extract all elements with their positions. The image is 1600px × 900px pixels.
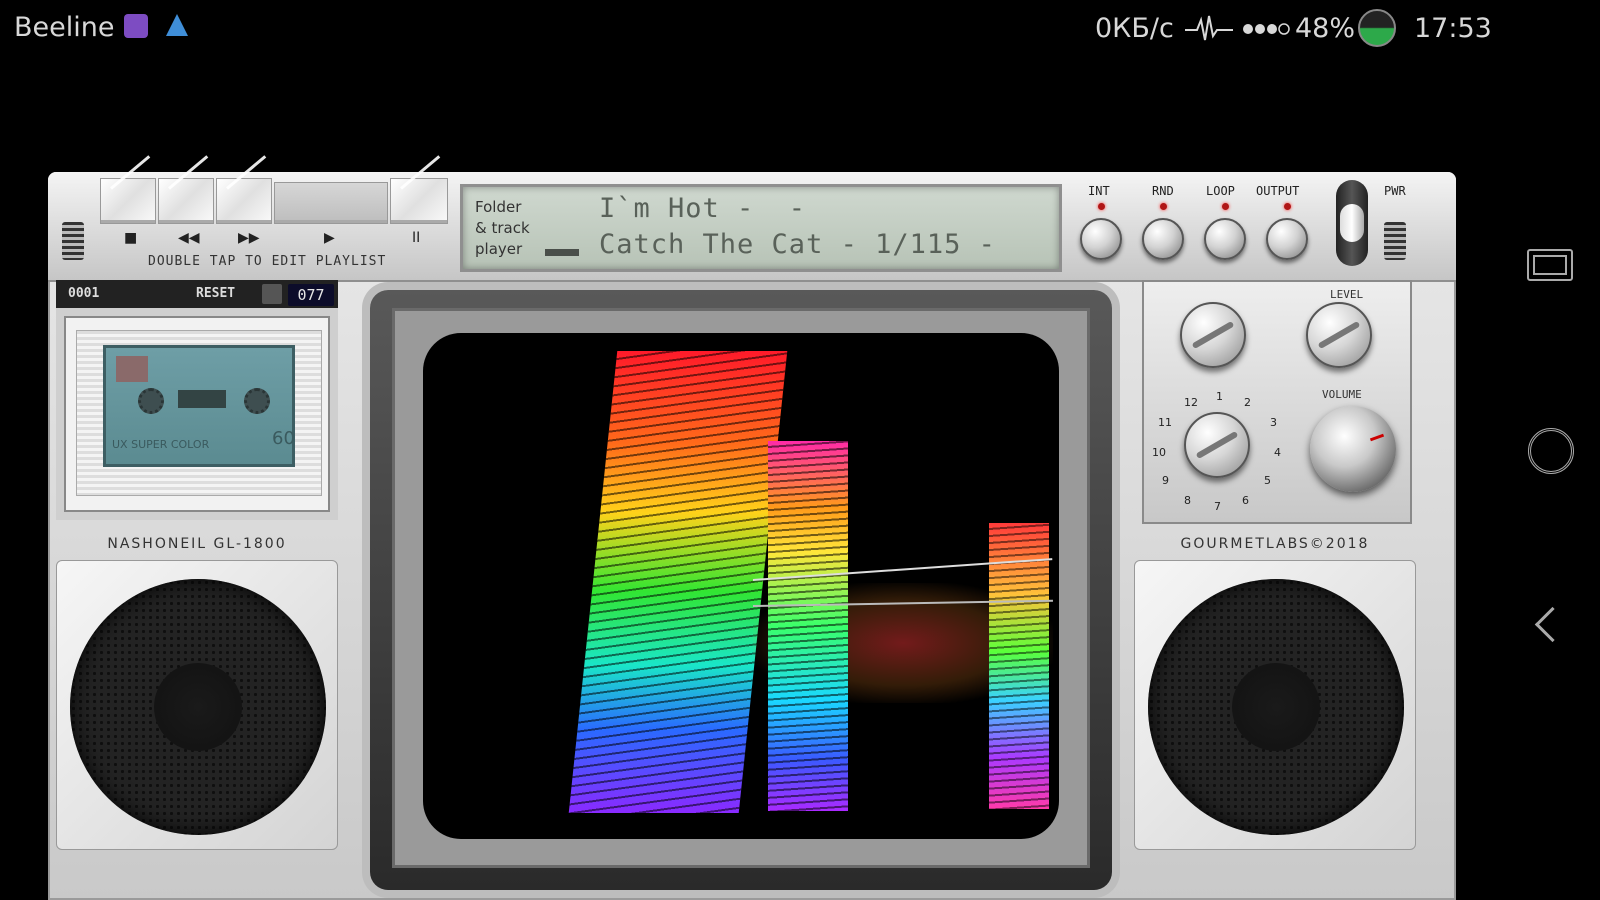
brand-name: GOURMETLABS©2018 <box>1180 536 1370 552</box>
volume-knob[interactable] <box>1310 406 1396 492</box>
cassette-deck: 0001 RESET 077 UX SUPER COLOR 60 <box>56 280 338 520</box>
top-deck: ■ ◀◀ ▶▶ ▶ II DOUBLE TAP TO EDIT PLAYLIST… <box>48 172 1456 282</box>
play-icon: ▶ <box>324 230 335 246</box>
loop-label: LOOP <box>1206 184 1235 198</box>
visualizer-bar-b <box>768 441 848 811</box>
tape-length: 60 <box>272 428 295 449</box>
back-icon[interactable] <box>1534 606 1571 643</box>
dial-number: 7 <box>1214 500 1221 513</box>
rnd-knob[interactable] <box>1142 218 1184 260</box>
fingerprint-icon[interactable] <box>1528 428 1574 474</box>
play-button[interactable] <box>274 182 388 224</box>
tv-frame <box>370 290 1112 890</box>
cassette-tape: UX SUPER COLOR 60 <box>103 345 295 467</box>
pause-icon: II <box>412 230 421 246</box>
right-vent <box>1384 222 1406 260</box>
right-reel <box>244 388 270 414</box>
tape-brand: UX SUPER COLOR <box>112 438 210 451</box>
int-label: INT <box>1088 184 1110 198</box>
output-knob[interactable] <box>1266 218 1308 260</box>
tape-window <box>178 390 226 408</box>
track-artist: Catch The Cat - 1/115 - <box>599 229 996 260</box>
battery-percent: 48% <box>1295 13 1356 44</box>
boombox: ■ ◀◀ ▶▶ ▶ II DOUBLE TAP TO EDIT PLAYLIST… <box>48 172 1456 900</box>
reset-button[interactable] <box>262 284 282 304</box>
left-speaker-cone <box>70 579 326 835</box>
stop-button[interactable] <box>100 178 156 224</box>
dial-number: 10 <box>1152 446 1166 459</box>
dial-number: 3 <box>1270 416 1277 429</box>
visualizer-bar-a <box>568 351 788 813</box>
rnd-led <box>1160 203 1167 210</box>
playlist-hint[interactable]: DOUBLE TAP TO EDIT PLAYLIST <box>148 254 386 269</box>
tv-bezel <box>392 308 1090 868</box>
left-speaker <box>56 560 338 850</box>
control-panel: LEVEL VOLUME 12 1 2 3 4 5 6 7 8 9 10 11 <box>1142 280 1412 524</box>
dial-number: 11 <box>1158 416 1172 429</box>
clock: 17:53 <box>1414 13 1492 44</box>
model-name: NASHONEIL GL-1800 <box>107 536 287 552</box>
output-label: OUTPUT <box>1256 184 1300 198</box>
track-title: I`m Hot - - <box>599 193 807 224</box>
int-knob[interactable] <box>1080 218 1122 260</box>
output-led <box>1284 203 1291 210</box>
dial-number: 8 <box>1184 494 1191 507</box>
rewind-button[interactable] <box>158 178 214 224</box>
volume-label: VOLUME <box>1322 388 1362 401</box>
rewind-icon: ◀◀ <box>178 230 200 246</box>
visualizer-screen[interactable] <box>423 333 1059 839</box>
left-vent <box>62 222 84 260</box>
pulse-icon <box>1185 15 1233 41</box>
dial-number: 12 <box>1184 396 1198 409</box>
dial-number: 4 <box>1274 446 1281 459</box>
carrier-name: Beeline <box>14 12 115 43</box>
right-speaker-cone <box>1148 579 1404 835</box>
forward-icon: ▶▶ <box>238 230 260 246</box>
forward-button[interactable] <box>216 178 272 224</box>
tape-counter: 077 <box>288 284 334 306</box>
level-label: LEVEL <box>1330 288 1364 301</box>
loop-knob[interactable] <box>1204 218 1246 260</box>
dial-number: 5 <box>1264 474 1271 487</box>
left-reel <box>138 388 164 414</box>
notification-icon <box>166 14 188 36</box>
signal-icon <box>1243 23 1290 35</box>
pause-button[interactable] <box>390 178 448 224</box>
tape-logo <box>116 356 148 382</box>
cassette-window[interactable]: UX SUPER COLOR 60 <box>64 316 330 512</box>
stop-icon: ■ <box>124 230 138 246</box>
deck-header: 0001 RESET 077 <box>56 280 338 308</box>
dial-number: 2 <box>1244 396 1251 409</box>
status-bar: Beeline 0КБ/с 48% 17:53 <box>0 0 1600 58</box>
track-display[interactable]: Folder & track player I`m Hot - - Catch … <box>460 184 1062 272</box>
loop-led <box>1222 203 1229 210</box>
dial-number: 6 <box>1242 494 1249 507</box>
battery-icon <box>1358 9 1396 47</box>
rnd-label: RND <box>1152 184 1174 198</box>
level-knob[interactable] <box>1306 302 1372 368</box>
level-bar <box>545 249 579 256</box>
pwr-label: PWR <box>1384 184 1406 198</box>
cassette-bay: UX SUPER COLOR 60 <box>76 330 322 496</box>
power-switch[interactable] <box>1336 180 1368 266</box>
dial-number: 9 <box>1162 474 1169 487</box>
recent-apps-icon[interactable] <box>1527 249 1573 281</box>
visualizer-bar-c <box>989 523 1049 809</box>
net-speed: 0КБ/с <box>1095 13 1174 44</box>
track-selector-knob[interactable] <box>1184 412 1250 478</box>
right-speaker <box>1134 560 1416 850</box>
app-icon <box>124 14 148 38</box>
color-knob[interactable] <box>1180 302 1246 368</box>
dial-number: 1 <box>1216 390 1223 403</box>
reset-label[interactable]: RESET <box>196 286 235 301</box>
counter-label: 0001 <box>68 286 100 301</box>
int-led <box>1098 203 1105 210</box>
transport-keys <box>100 176 452 224</box>
